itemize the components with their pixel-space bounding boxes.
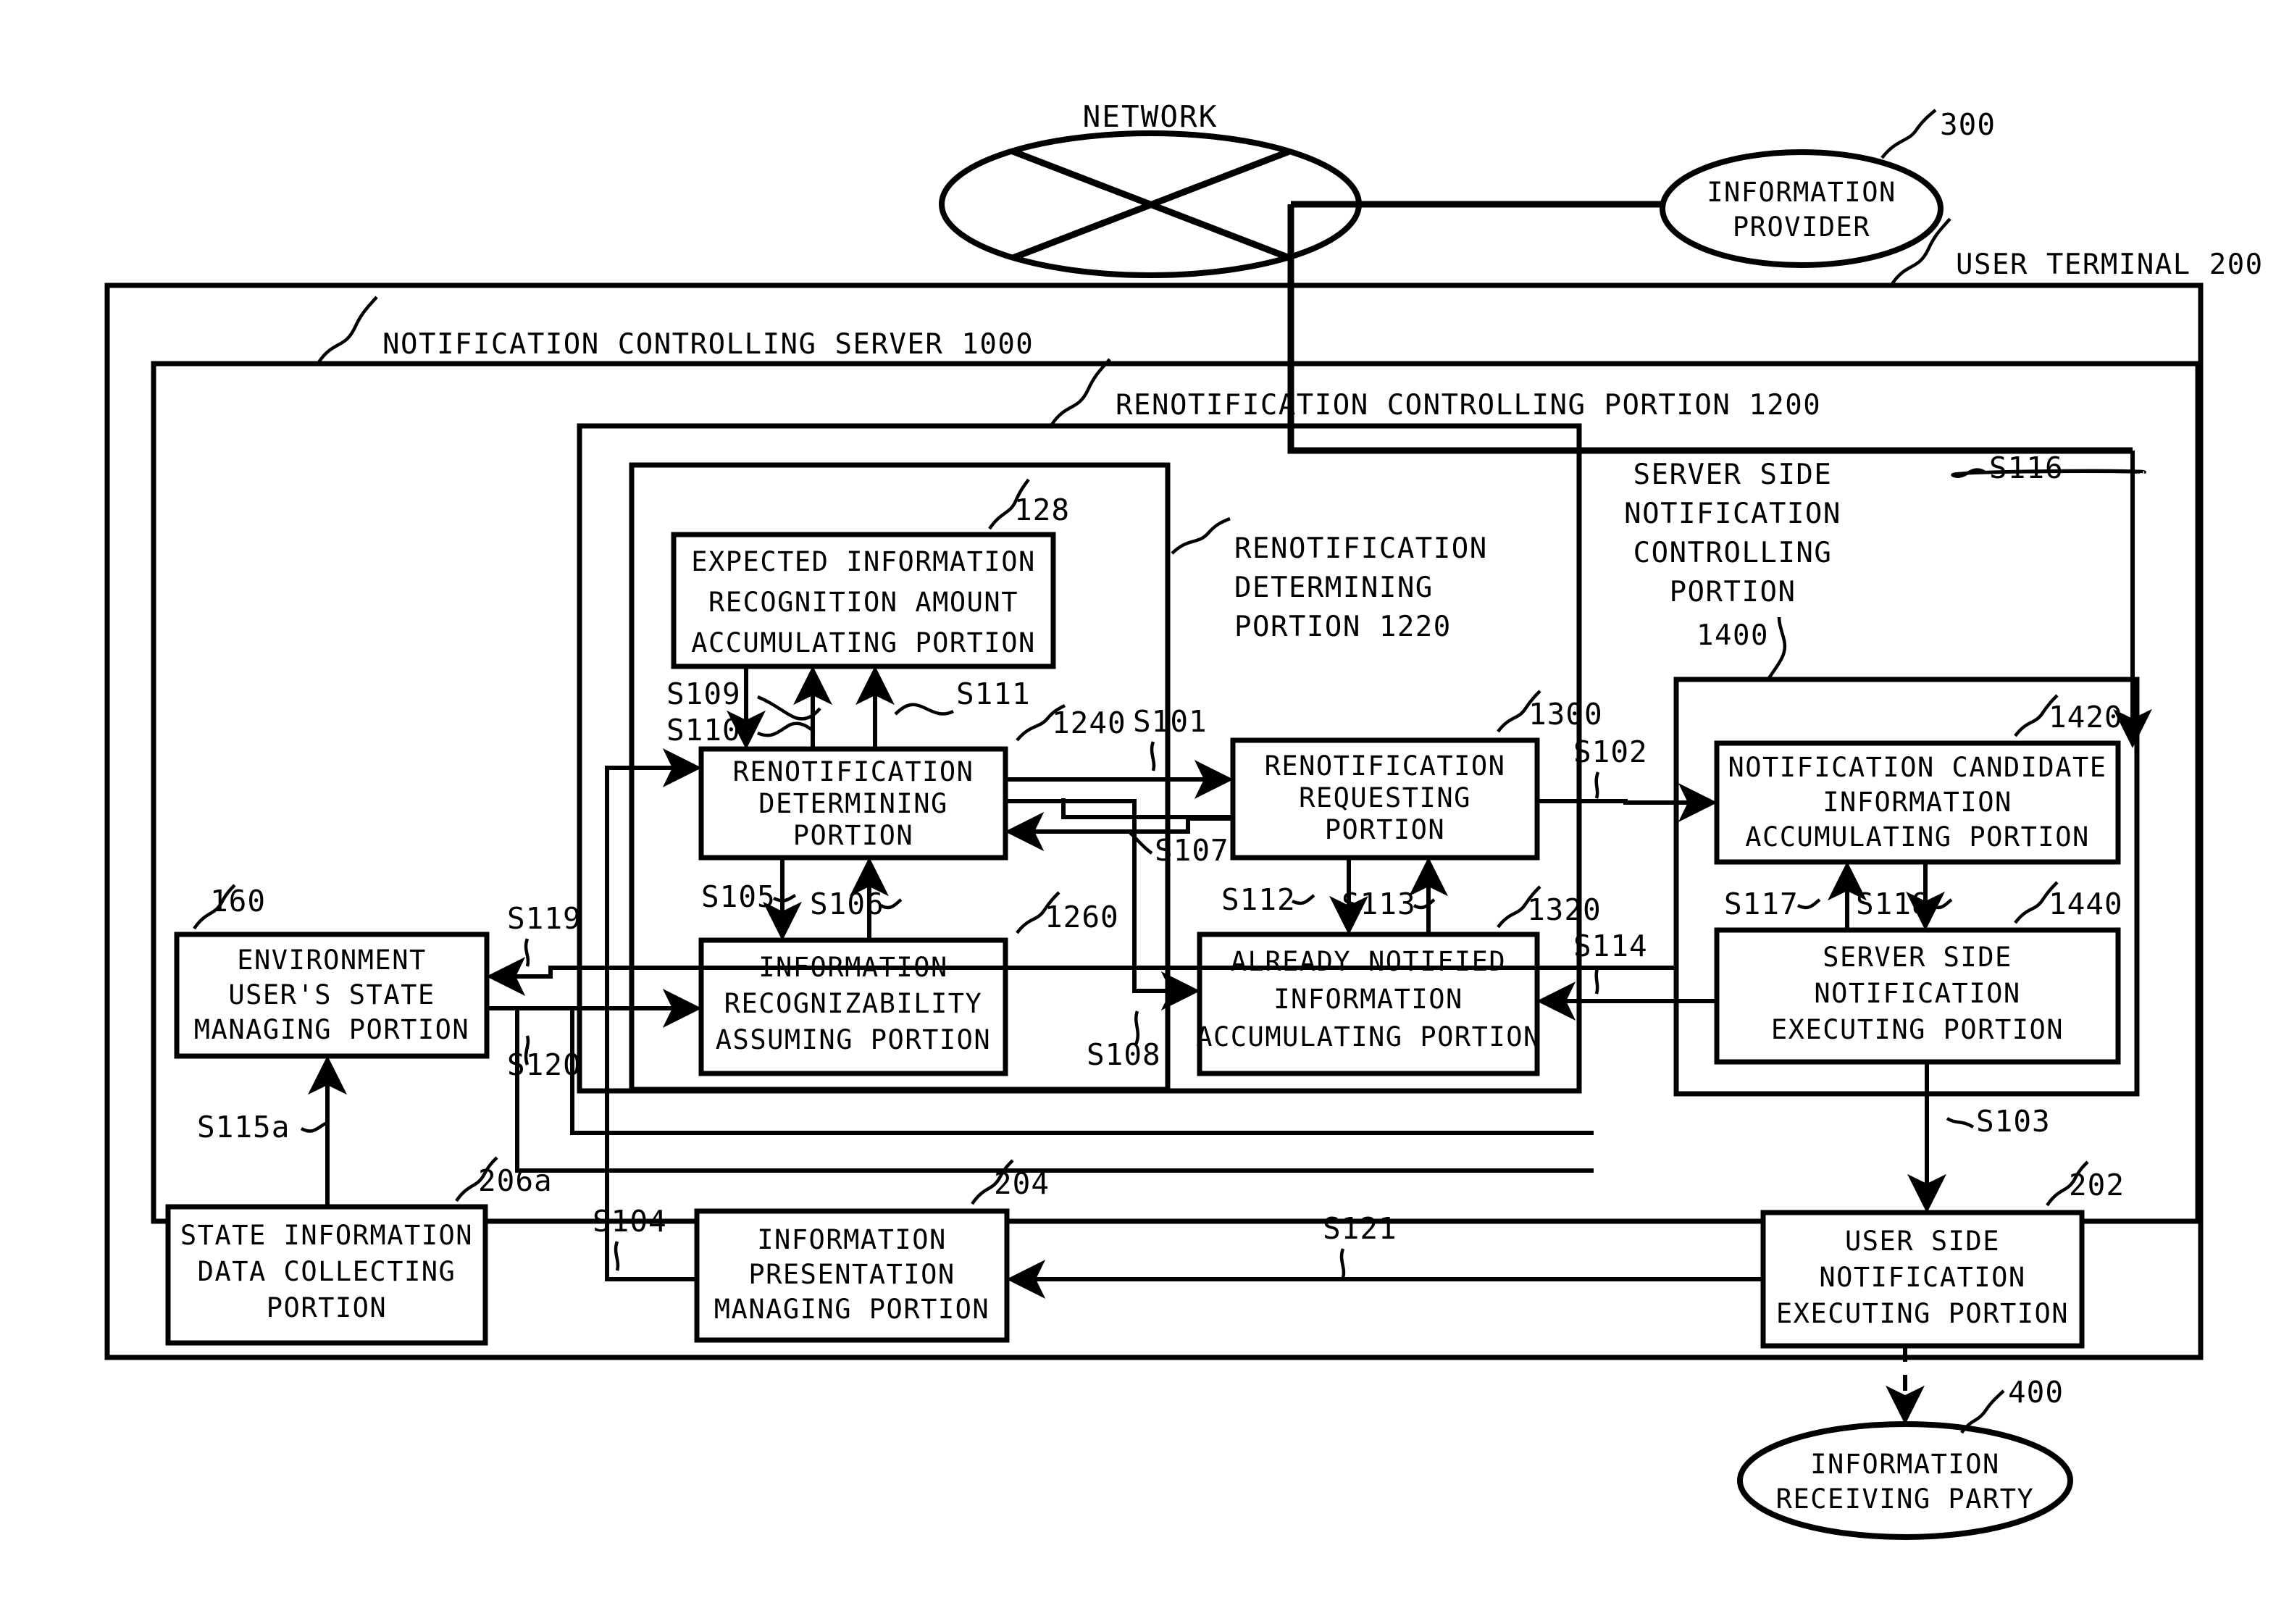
srv-exec-box-line1: SERVER SIDE [1823, 942, 2012, 973]
signal-S113: S113 [1342, 887, 1416, 921]
server-side-controlling-label-l4: PORTION [1670, 576, 1796, 608]
renotif-req-box-line1: RENOTIFICATION [1265, 750, 1506, 782]
info-recog-box-line1: INFORMATION [758, 952, 948, 983]
renotif-det-box-line3: PORTION [793, 820, 913, 851]
signal-S120: S120 [507, 1047, 582, 1082]
renotification-controlling-portion-label: RENOTIFICATION CONTROLLING PORTION 1200 [1116, 389, 1821, 422]
signal-S119: S119 [507, 901, 582, 936]
env-box-line1: ENVIRONMENT [237, 945, 427, 976]
server-side-controlling-label-l5: 1400 [1696, 619, 1769, 652]
signal-S108: S108 [1087, 1037, 1161, 1072]
signal-S109: S109 [666, 677, 741, 711]
already-box-line3: ACCUMULATING PORTION [1196, 1021, 1541, 1052]
expected-box-line2: RECOGNITION AMOUNT [708, 587, 1018, 618]
information-receiving-party-line1: INFORMATION [1810, 1449, 2000, 1480]
ref-1260: 1260 [1045, 900, 1119, 934]
signal-S107: S107 [1155, 833, 1229, 868]
signal-S101: S101 [1133, 704, 1208, 739]
renotif-det-box-line2: DETERMINING [758, 788, 948, 819]
info-pres-box-line3: MANAGING PORTION [714, 1294, 990, 1325]
signal-S118: S118 [1856, 887, 1930, 921]
network-label: NETWORK [1083, 99, 1218, 134]
env-box-line3: MANAGING PORTION [194, 1014, 469, 1045]
candidate-box-line3: ACCUMULATING PORTION [1745, 821, 2090, 853]
signal-S117: S117 [1724, 887, 1799, 921]
candidate-box-line2: INFORMATION [1823, 787, 2012, 818]
ref-206a: 206a [478, 1163, 553, 1198]
signal-S106: S106 [810, 887, 884, 921]
ref-400: 400 [2008, 1375, 2064, 1410]
ref-1240: 1240 [1052, 706, 1126, 740]
info-pres-box-line2: PRESENTATION [748, 1259, 955, 1290]
expected-box-line1: EXPECTED INFORMATION [691, 546, 1036, 577]
renotification-determining-portion-label-l1: RENOTIFICATION [1234, 532, 1488, 565]
ref-1300: 1300 [1528, 697, 1603, 732]
renotification-determining-portion-label-l2: DETERMINING [1234, 572, 1434, 604]
renotif-req-box-line2: REQUESTING [1299, 782, 1471, 813]
information-provider-line1: INFORMATION [1707, 177, 1896, 208]
srv-exec-box-line2: NOTIFICATION [1814, 978, 2020, 1009]
signal-S105: S105 [701, 879, 776, 914]
expected-box-line3: ACCUMULATING PORTION [691, 627, 1036, 658]
user-terminal-label: USER TERMINAL 200 [1956, 248, 2264, 281]
signal-S121: S121 [1323, 1211, 1397, 1246]
signal-S115a: S115a [197, 1110, 290, 1144]
info-pres-box-line1: INFORMATION [757, 1224, 947, 1255]
signal-S104: S104 [593, 1204, 667, 1239]
user-exec-box-line3: EXECUTING PORTION [1776, 1298, 2069, 1329]
user-exec-box-line1: USER SIDE [1845, 1226, 2000, 1257]
info-recog-box-line2: RECOGNIZABILITY [724, 988, 983, 1019]
ref-1320: 1320 [1527, 892, 1602, 927]
notification-controlling-server-label: NOTIFICATION CONTROLLING SERVER 1000 [382, 328, 1034, 361]
ref-202: 202 [2069, 1168, 2125, 1202]
signal-S114: S114 [1573, 929, 1648, 963]
ref-204: 204 [994, 1166, 1050, 1201]
information-provider-line2: PROVIDER [1733, 212, 1870, 243]
renotification-determining-portion-label-l3: PORTION 1220 [1234, 611, 1452, 643]
info-recog-box-line3: ASSUMING PORTION [716, 1024, 991, 1055]
srv-exec-box-line3: EXECUTING PORTION [1771, 1014, 2064, 1045]
signal-S112: S112 [1221, 882, 1296, 917]
server-side-controlling-label-l1: SERVER SIDE [1633, 459, 1833, 491]
signal-S103: S103 [1976, 1104, 2051, 1139]
information-receiving-party-line2: RECEIVING PARTY [1776, 1483, 2035, 1515]
renotif-req-box-line3: PORTION [1325, 814, 1445, 845]
already-box-line2: INFORMATION [1273, 984, 1463, 1015]
user-exec-box-line2: NOTIFICATION [1819, 1262, 2025, 1293]
signal-S111: S111 [956, 677, 1031, 711]
patent-block-diagram: NETWORK INFORMATION PROVIDER 300 INFORMA… [0, 0, 2276, 1624]
server-side-controlling-label-l2: NOTIFICATION [1624, 498, 1841, 530]
signal-S110: S110 [666, 713, 741, 748]
renotif-det-box-line1: RENOTIFICATION [733, 756, 974, 787]
signal-S116: S116 [1989, 451, 2064, 485]
candidate-box-line1: NOTIFICATION CANDIDATE [1728, 752, 2106, 783]
state-box-line1: STATE INFORMATION [180, 1220, 473, 1251]
signal-S102: S102 [1573, 734, 1648, 769]
ref-128: 128 [1014, 493, 1070, 527]
state-box-line2: DATA COLLECTING [198, 1256, 456, 1287]
state-box-line3: PORTION [267, 1292, 387, 1323]
env-box-line2: USER'S STATE [228, 979, 435, 1010]
ref-1420: 1420 [2049, 700, 2123, 734]
ref-1440: 1440 [2049, 887, 2123, 921]
already-box-line1: ALREADY NOTIFIED [1231, 946, 1506, 977]
ref-300: 300 [1940, 107, 1996, 142]
server-side-controlling-label-l3: CONTROLLING [1633, 537, 1833, 569]
ref-160: 160 [210, 884, 266, 918]
